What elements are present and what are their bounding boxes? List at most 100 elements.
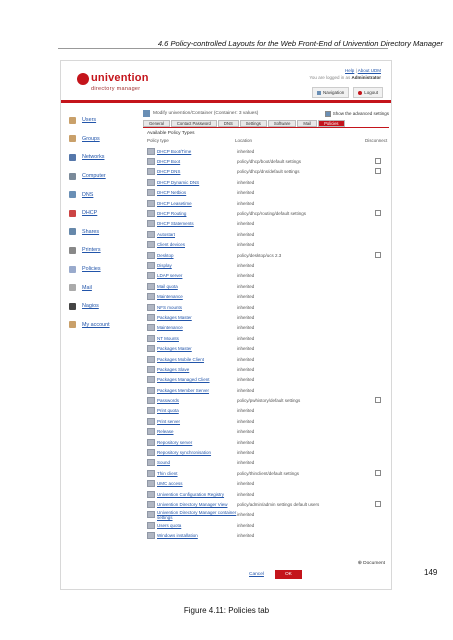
document-link[interactable]: ⊕ Document (358, 561, 385, 566)
policy-type-link[interactable]: Maintenance (157, 294, 237, 299)
policy-location: inherited (237, 283, 255, 289)
policy-type-link[interactable]: Repository server (157, 440, 237, 445)
tab-software[interactable]: Software (267, 120, 297, 127)
policy-type-link[interactable]: NFS mounts (157, 305, 237, 310)
policy-type-link[interactable]: Packages Master (157, 346, 237, 351)
disconnect-checkbox[interactable] (375, 397, 381, 404)
policy-type-link[interactable]: Repository synchronisation (157, 450, 237, 455)
policy-location: inherited (237, 491, 255, 497)
table-row: DHCP Leasetime inherited (147, 198, 389, 208)
policy-type-link[interactable]: DHCP Routing (157, 211, 237, 216)
policy-type-link[interactable]: Desktop (157, 253, 237, 258)
logout-button[interactable]: Logout (353, 87, 383, 98)
sidebar-item-mail[interactable]: Mail (69, 278, 129, 297)
policy-type-link[interactable]: DHCP Boot (157, 159, 237, 164)
policy-location: inherited (237, 418, 255, 424)
sidebar-item-users[interactable]: Users (69, 111, 129, 130)
policy-type-link[interactable]: Print quota (157, 408, 237, 413)
policy-location: policy/dhcp/dns/default settings (237, 169, 300, 175)
policy-icon (147, 521, 155, 529)
sidebar-item-label: Computer (82, 173, 106, 180)
dhcp-icon (69, 209, 76, 217)
policy-type-link[interactable]: Packages Slave (157, 367, 237, 372)
disconnect-checkbox[interactable] (375, 168, 381, 175)
policy-type-link[interactable]: DHCP Statements (157, 221, 237, 226)
policy-type-link[interactable]: UMC access (157, 481, 237, 486)
policy-type-link[interactable]: DHCP Leasetime (157, 201, 237, 206)
tab-general[interactable]: General (143, 120, 170, 127)
cancel-button[interactable]: Cancel (244, 570, 269, 579)
ok-button[interactable]: OK (274, 570, 302, 579)
policy-icon (147, 251, 155, 259)
about-link[interactable]: About UDM (358, 68, 381, 73)
policy-type-link[interactable]: Users quota (157, 523, 237, 528)
object-header: Modify univention/Container (Container: … (143, 109, 389, 118)
policy-icon (147, 490, 155, 498)
policy-location: inherited (237, 512, 255, 518)
tab-dns[interactable]: DNS (217, 120, 239, 127)
tab-settings[interactable]: Settings (239, 120, 267, 127)
logged-in-text: You are logged in as (309, 75, 351, 80)
sidebar-item-my-account[interactable]: My account (69, 316, 129, 335)
policy-type-link[interactable]: Autostart (157, 232, 237, 237)
policy-type-link[interactable]: LDAP server (157, 273, 237, 278)
sidebar-item-nagios[interactable]: Nagios (69, 297, 129, 316)
sidebar-item-shares[interactable]: Shares (69, 223, 129, 242)
advanced-settings-toggle[interactable]: Show the advanced settings (324, 110, 389, 117)
tab-bar: General Contact Password DNS Settings Softwa… (143, 120, 389, 128)
policy-type-link[interactable]: Mail quota (157, 284, 237, 289)
sidebar-item-printers[interactable]: Printers (69, 241, 129, 260)
shares-icon (69, 228, 76, 236)
table-row: DHCP Routing policy/dhcp/routing/default … (147, 208, 389, 218)
policy-icon (147, 313, 155, 321)
sidebar-item-networks[interactable]: Networks (69, 148, 129, 167)
policy-type-link[interactable]: Packages Mobile Client (157, 357, 237, 362)
disconnect-checkbox[interactable] (375, 469, 381, 476)
policy-type-link[interactable]: DHCP Netbios (157, 190, 237, 195)
sidebar-item-computer[interactable]: Computer (69, 167, 129, 186)
policy-type-link[interactable]: DHCP Boot/Time (157, 149, 237, 154)
disconnect-checkbox[interactable] (375, 210, 381, 217)
policy-type-link[interactable]: Thin client (157, 471, 237, 476)
policy-location: inherited (237, 200, 255, 206)
logged-in-user: Administrator (351, 75, 381, 80)
policy-type-link[interactable]: Print server (157, 419, 237, 424)
policy-location: policy/admin/admin settings default user… (237, 501, 320, 507)
policy-type-link[interactable]: Display (157, 263, 237, 268)
policy-type-link[interactable]: Packages Managed Client (157, 377, 237, 382)
policy-type-link[interactable]: Maintenance (157, 325, 237, 330)
tab-mail[interactable]: Mail (297, 120, 318, 127)
policy-type-link[interactable]: Windows installation (157, 533, 237, 538)
policy-type-link[interactable]: Release (157, 429, 237, 434)
sidebar-item-dns[interactable]: DNS (69, 185, 129, 204)
policy-table: DHCP Boot/Time inherited DHCP Boot policy/d… (143, 146, 389, 541)
policy-type-link[interactable]: Univention Directory Manager container s… (157, 510, 237, 520)
policy-location: inherited (237, 221, 255, 227)
disconnect-checkbox[interactable] (375, 251, 381, 258)
policy-type-link[interactable]: Univention Directory Manager View (157, 502, 237, 507)
tab-policies[interactable]: Policies (318, 120, 345, 127)
policy-type-link[interactable]: DHCP DNS (157, 169, 237, 174)
policy-type-link[interactable]: NT Mounts (157, 336, 237, 341)
policy-type-link[interactable]: Sound (157, 460, 237, 465)
sidebar-item-groups[interactable]: Groups (69, 130, 129, 149)
disconnect-cell (375, 500, 385, 508)
disconnect-checkbox[interactable] (375, 158, 381, 165)
policy-type-link[interactable]: Packages Member Server (157, 388, 237, 393)
policy-icon (147, 220, 155, 228)
policy-type-link[interactable]: DHCP Dynamic DNS (157, 180, 237, 185)
tab-contact-password[interactable]: Contact Password (170, 120, 217, 127)
sidebar-item-dhcp[interactable]: DHCP (69, 204, 129, 223)
policy-type-link[interactable]: Univention Configuration Registry (157, 492, 237, 497)
policy-icon (147, 293, 155, 301)
disconnect-checkbox[interactable] (375, 500, 381, 507)
policy-type-link[interactable]: Client devices (157, 242, 237, 247)
help-link[interactable]: Help (345, 68, 354, 73)
table-row: Client devices inherited (147, 240, 389, 250)
policy-icon (147, 210, 155, 218)
policy-type-link[interactable]: Passwords (157, 398, 237, 403)
sidebar-item-policies[interactable]: Policies (69, 260, 129, 279)
advanced-checkbox[interactable] (324, 110, 331, 117)
navigation-button[interactable]: Navigation (311, 87, 350, 98)
policy-type-link[interactable]: Packages Master (157, 315, 237, 320)
